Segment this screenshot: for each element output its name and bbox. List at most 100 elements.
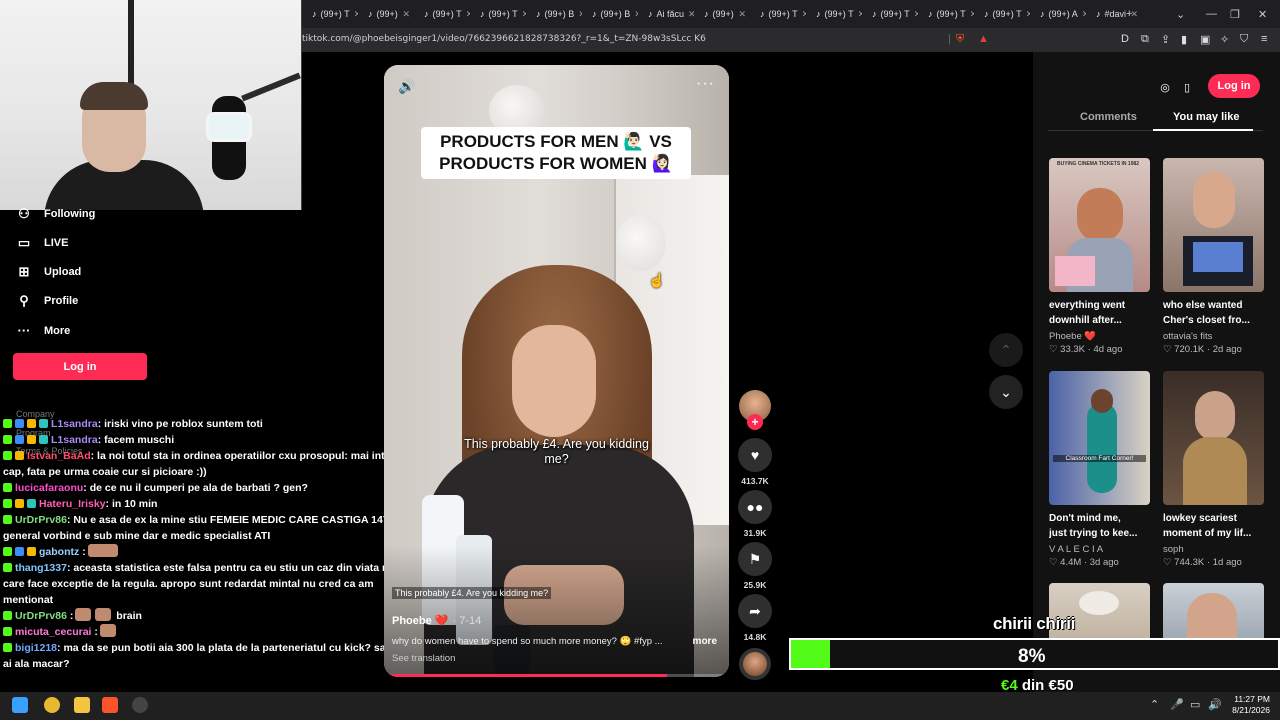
card-caption-line: Don't mind me, — [1049, 513, 1121, 524]
heart-icon[interactable]: ♥ — [738, 438, 772, 472]
brave-icon[interactable] — [102, 697, 118, 713]
tab-you-may-like[interactable]: You may like — [1173, 111, 1239, 123]
video-thumbnail[interactable]: Classroom Fart Corner! — [1049, 371, 1150, 505]
video-thumbnail[interactable]: BUYING CINEMA TICKETS IN 1982 — [1049, 158, 1150, 292]
wallet-icon[interactable]: ▣ — [1200, 33, 1210, 46]
mic-tray-icon[interactable]: 🎤 — [1170, 698, 1184, 711]
file-explorer-icon[interactable] — [74, 697, 90, 713]
nav-live[interactable]: ▭ LIVE — [16, 235, 69, 251]
url-text[interactable]: tiktok.com/@phoebeisginger1/video/766239… — [302, 34, 706, 44]
extensions-icon[interactable]: ⧉ — [1141, 33, 1149, 46]
chat-badge-icon — [3, 643, 12, 652]
card-author[interactable]: V A L E C I A — [1049, 544, 1150, 555]
browser-tab[interactable]: ♪ (99+) ✕ — [358, 3, 414, 25]
browser-tab[interactable]: ♪ (99+) T ✕ — [302, 3, 358, 25]
nav-more[interactable]: ··· More — [16, 323, 71, 338]
suggested-video-card[interactable]: BUYING CINEMA TICKETS IN 1982 everything… — [1049, 158, 1150, 355]
chat-username[interactable]: UrDrPrv86 — [15, 514, 67, 526]
nav-following[interactable]: ⚇ Following — [16, 206, 95, 222]
close-tab-icon[interactable]: ✕ — [402, 9, 414, 20]
video-progress-bar[interactable] — [384, 674, 729, 677]
browser-tab[interactable]: ♪ (99+) A ✕ — [1030, 3, 1086, 25]
maximize-icon[interactable]: ❐ — [1230, 0, 1240, 28]
card-author[interactable]: soph — [1163, 544, 1264, 555]
close-window-icon[interactable]: ✕ — [1258, 0, 1267, 28]
video-player[interactable]: 🔊 ··· PRODUCTS FOR MEN 🙋🏻‍♂️ VS PRODUCTS… — [384, 65, 729, 677]
comment-action[interactable]: ●● 31.9K — [738, 490, 772, 538]
video-thumbnail[interactable] — [1163, 371, 1264, 505]
browser-tab[interactable]: ♪ (99+) T ✕ — [862, 3, 918, 25]
video-thumbnail[interactable] — [1163, 158, 1264, 292]
start-icon[interactable] — [12, 697, 28, 713]
extension-d-icon[interactable]: D — [1121, 33, 1129, 45]
chat-username[interactable]: lucicafaraonu — [15, 482, 83, 494]
suggested-video-card[interactable]: who else wanted Cher's closet fro... otta… — [1163, 158, 1264, 355]
vpn-icon[interactable]: ⛉ — [1240, 33, 1248, 46]
music-disc-icon[interactable] — [739, 648, 771, 680]
card-author[interactable]: Phoebe ❤️ — [1049, 331, 1150, 342]
browser-tab[interactable]: ♪ Ai făcu ✕ — [638, 3, 694, 25]
compass-icon[interactable]: ◎ — [1155, 77, 1175, 97]
see-translation-link[interactable]: See translation — [392, 653, 455, 664]
login-button-right[interactable]: Log in — [1208, 74, 1260, 98]
browser-tab[interactable]: ♪ (99+) T ✕ — [750, 3, 806, 25]
obs-icon[interactable] — [132, 697, 148, 713]
phone-icon[interactable]: ▯ — [1177, 77, 1197, 97]
previous-video-button[interactable]: ⌃ — [989, 333, 1023, 367]
browser-tab[interactable]: ♪ (99+) T ✕ — [918, 3, 974, 25]
menu-icon[interactable]: ≡ — [1261, 33, 1267, 45]
card-author[interactable]: ottavia's fits — [1163, 331, 1264, 342]
suggested-video-card[interactable]: lowkey scariest moment of my lif... soph … — [1163, 371, 1264, 568]
tab-search-icon[interactable]: ⌄ — [1176, 0, 1185, 28]
chat-username[interactable]: thang1337 — [15, 562, 67, 574]
sidebar-icon[interactable]: ▮ — [1181, 33, 1187, 46]
sound-icon[interactable]: 🔊 — [398, 78, 415, 95]
follow-plus-icon[interactable]: + — [747, 414, 763, 430]
more-button[interactable]: more — [693, 636, 717, 647]
browser-tab[interactable]: ♪ (99+) T ✕ — [974, 3, 1030, 25]
suggested-video-card[interactable]: Classroom Fart Corner! Don't mind me, jus… — [1049, 371, 1150, 568]
brave-shield-icon[interactable]: ⛨ — [956, 33, 964, 46]
tray-chevron-icon[interactable]: ⌃ — [1150, 698, 1159, 711]
next-video-button[interactable]: ⌄ — [989, 375, 1023, 409]
share-icon[interactable]: ⇪ — [1161, 33, 1170, 46]
minimize-icon[interactable]: — — [1206, 0, 1217, 28]
card-caption-line: moment of my lif... — [1163, 528, 1252, 539]
leo-ai-icon[interactable]: ✧ — [1220, 33, 1229, 46]
volume-icon[interactable]: 🔊 — [1208, 698, 1222, 711]
close-tab-icon[interactable]: ✕ — [738, 9, 750, 20]
nav-profile[interactable]: ⚲ Profile — [16, 293, 78, 309]
chat-username[interactable]: micuta_cecurai — [15, 626, 91, 638]
browser-tab[interactable]: ♪(99+) B✕ — [526, 3, 582, 25]
browser-tab[interactable]: ♪ (99+) T ✕ — [414, 3, 470, 25]
chat-username[interactable]: UrDrPrv86 — [15, 610, 67, 622]
more-options-icon[interactable]: ··· — [696, 75, 715, 93]
save-action[interactable]: ⚑ 25.9K — [738, 542, 772, 590]
chat-username[interactable]: Hateru_Irisky — [39, 498, 106, 510]
author-name[interactable]: Phoebe ❤️ — [392, 615, 448, 627]
like-action[interactable]: ♥ 413.7K — [738, 438, 772, 486]
comment-icon[interactable]: ●● — [738, 490, 772, 524]
chrome-icon[interactable] — [44, 697, 60, 713]
browser-tab[interactable]: ♪ #davi ✕ — [1086, 3, 1142, 25]
chat-username[interactable]: bigi1218 — [15, 642, 57, 654]
bookmark-icon[interactable]: ⚑ — [738, 542, 772, 576]
chat-username[interactable]: L1sandra — [51, 418, 98, 430]
tab-comments[interactable]: Comments — [1080, 111, 1137, 123]
share-arrow-icon[interactable]: ➦ — [738, 594, 772, 628]
video-author[interactable]: Phoebe ❤️ · 7-14 — [392, 614, 481, 627]
chat-username[interactable]: L1sandra — [51, 434, 98, 446]
browser-tab[interactable]: ♪(99+) B✕ — [582, 3, 638, 25]
network-icon[interactable]: ▭ — [1190, 698, 1200, 711]
chat-username[interactable]: gabontz — [39, 546, 79, 558]
new-tab-icon[interactable]: + — [1126, 0, 1132, 28]
browser-tab[interactable]: ♪ (99+) T ✕ — [806, 3, 862, 25]
system-clock[interactable]: 11:27 PM 8/21/2026 — [1226, 694, 1270, 716]
share-action[interactable]: ➦ 14.8K — [738, 594, 772, 642]
brave-rewards-icon[interactable]: ▲ — [978, 33, 989, 45]
chat-username[interactable]: Istvan_BaAd — [27, 450, 91, 462]
browser-tab[interactable]: ♪ (99+) ✕ — [694, 3, 750, 25]
nav-upload[interactable]: ⊞ Upload — [16, 264, 82, 280]
browser-tab[interactable]: ♪ (99+) T ✕ — [470, 3, 526, 25]
login-button-left[interactable]: Log in — [13, 353, 147, 380]
